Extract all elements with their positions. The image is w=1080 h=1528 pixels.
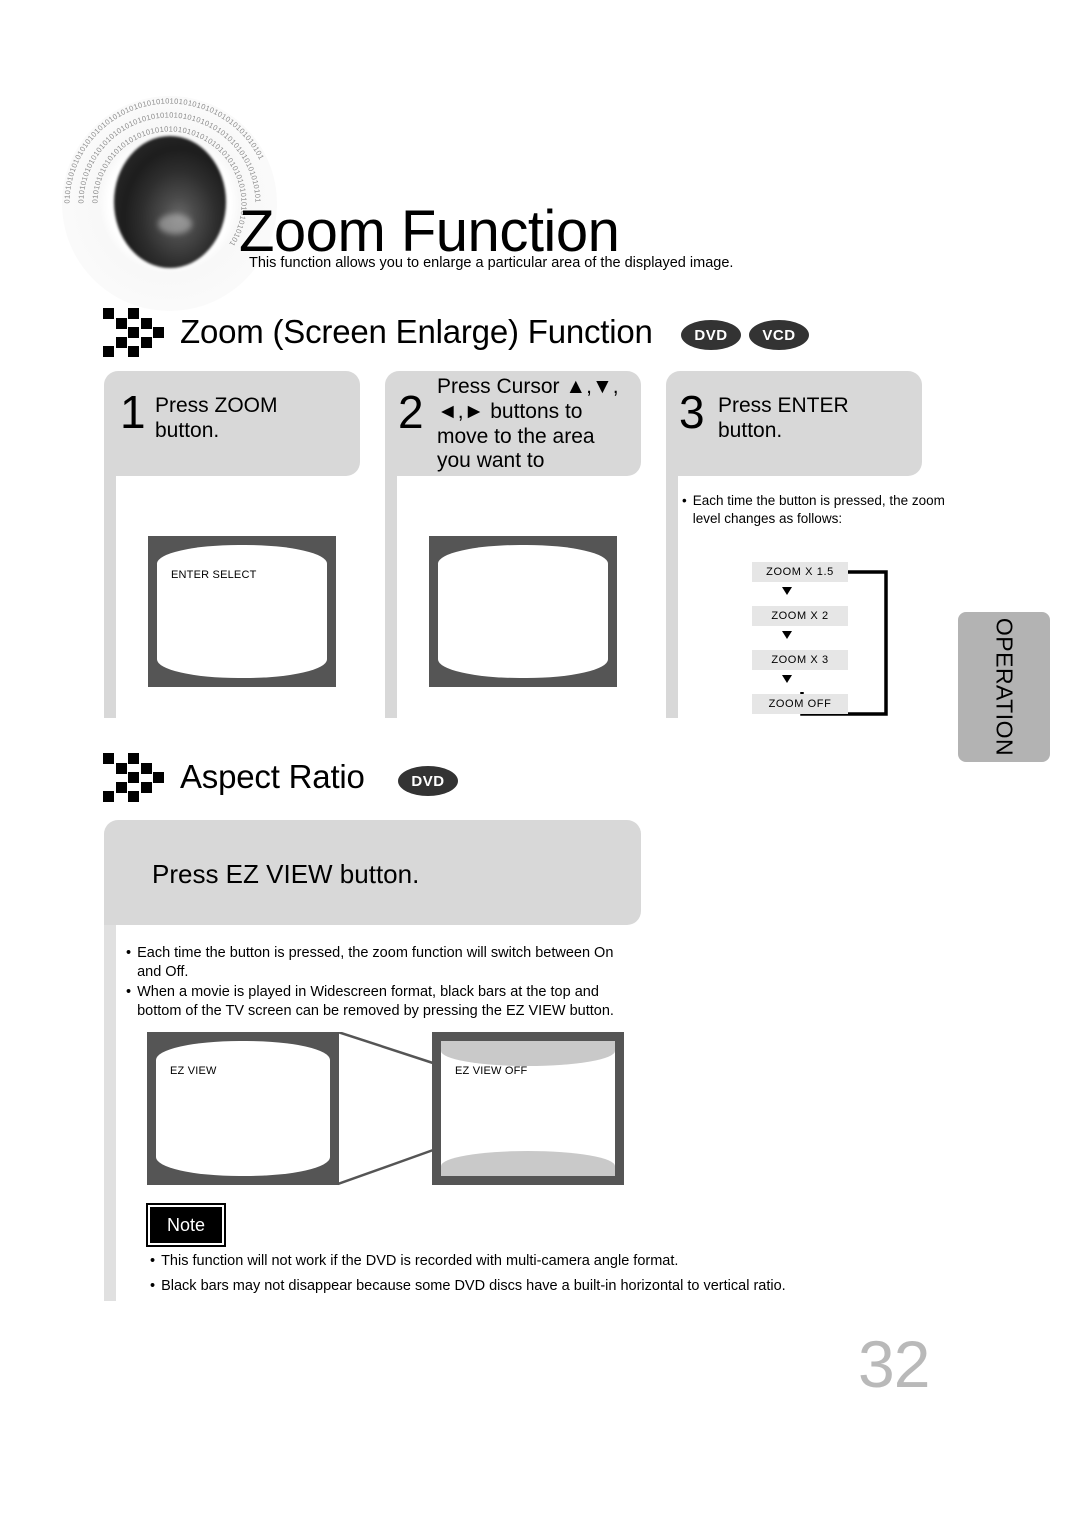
tv-screen-inner [438, 545, 608, 678]
note-bullet-list: • This function will not work if the DVD… [150, 1252, 820, 1297]
tv-label-enter-select: ENTER SELECT [171, 569, 257, 581]
section-heading-aspect: Aspect Ratio [180, 758, 365, 795]
letterbox-bar-top [441, 1041, 615, 1066]
letterbox-bar-bottom [441, 1151, 615, 1176]
aspect-bullet-item-1: • Each time the button is pressed, the z… [126, 944, 638, 982]
step-3-text: Press ENTER button. [718, 394, 849, 442]
note-badge: Note [150, 1207, 222, 1243]
operation-side-tab: OPERATION [958, 612, 1050, 762]
lens-glint [158, 214, 192, 234]
tv-screen-inner: EZ VIEW OFF [441, 1041, 615, 1176]
aspect-instruction-text: Press EZ VIEW button. [152, 859, 420, 889]
page-title: Zoom Function [239, 198, 620, 264]
step-1-text: Press ZOOM button. [155, 394, 278, 442]
flag-square [128, 327, 139, 338]
bullet-dot: • [682, 493, 687, 508]
section-heading-zoom: Zoom (Screen Enlarge) Function [180, 313, 653, 350]
step-3-note-text: Each time the button is pressed, the zoo… [692, 493, 945, 526]
tv-screen-step-1: ENTER SELECT [148, 536, 336, 687]
lens-icon [114, 136, 226, 268]
tv-screen-inner: ENTER SELECT [157, 545, 327, 678]
note-badge-label: Note [166, 1214, 206, 1235]
step-1-rail [104, 476, 116, 718]
flag-square [115, 317, 127, 329]
flow-arrow-down-icon-1 [782, 587, 792, 595]
flag-square [140, 762, 152, 774]
flag-square [140, 336, 152, 348]
aspect-bullet-item-2: • When a movie is played in Widescreen f… [126, 983, 638, 1021]
step-3-rail [666, 476, 678, 718]
step-2-text: Press Cursor ▲,▼, ◄,► buttons to move to… [437, 375, 619, 473]
flag-square [103, 346, 114, 357]
badge-dvd-aspect: DVD [398, 766, 458, 796]
bullet-dot: • [150, 1253, 156, 1269]
aspect-bullet-text-2: When a movie is played in Widescreen for… [137, 983, 614, 1019]
step-2-number: 2 [398, 386, 424, 438]
step-1-number: 1 [120, 386, 146, 438]
flag-square [128, 753, 139, 764]
tv-label-ez-view-off: EZ VIEW OFF [455, 1065, 528, 1077]
flow-box-zoom-1-5: ZOOM X 1.5 [752, 562, 848, 582]
note-bullet-item-1: • This function will not work if the DVD… [150, 1252, 820, 1271]
aspect-bullet-text-1: Each time the button is pressed, the zoo… [137, 945, 614, 980]
step-3-note-block: • Each time the button is pressed, the z… [682, 492, 950, 528]
badge-dvd: DVD [681, 320, 741, 350]
flow-box-zoom-2: ZOOM X 2 [752, 606, 848, 626]
zoom-level-flow-diagram: ZOOM X 1.5 ZOOM X 2 ZOOM X 3 ZOOM OFF [744, 552, 944, 732]
note-bullet-text-1: This function will not work if the DVD i… [161, 1253, 679, 1269]
flag-square [103, 753, 114, 764]
page-number: 32 [858, 1327, 930, 1401]
flag-square [115, 336, 127, 348]
checkered-flag-icon [103, 308, 165, 360]
operation-side-tab-label: OPERATION [991, 617, 1018, 757]
step-2-rail [385, 476, 397, 718]
intro-text: This function allows you to enlarge a pa… [249, 255, 734, 271]
flag-square [103, 308, 114, 319]
note-bullet-item-2: • Black bars may not disappear because s… [150, 1277, 820, 1296]
flow-box-zoom-3: ZOOM X 3 [752, 650, 848, 670]
flow-box-zoom-off: ZOOM OFF [752, 694, 848, 714]
checkered-flag-icon-aspect [103, 753, 165, 805]
flag-square [128, 346, 139, 357]
tv-label-ez-view: EZ VIEW [170, 1065, 217, 1077]
flag-square [153, 772, 164, 783]
step-3-number: 3 [679, 386, 705, 438]
note-bullet-text-2: Black bars may not disappear because som… [161, 1277, 786, 1294]
flag-square [140, 781, 152, 793]
bullet-dot: • [126, 945, 132, 961]
flag-square [103, 791, 114, 802]
aspect-rail [104, 925, 116, 1301]
flag-square [128, 308, 139, 319]
flag-square [128, 791, 139, 802]
flag-square [115, 762, 127, 774]
flow-arrow-down-icon-2 [782, 631, 792, 639]
flow-arrow-down-icon-3 [782, 675, 792, 683]
flag-square [115, 781, 127, 793]
tv-screen-step-2 [429, 536, 617, 687]
tv-screen-ez-view-on: EZ VIEW [147, 1032, 339, 1185]
bullet-dot: • [150, 1277, 156, 1294]
bullet-dot: • [126, 983, 132, 1000]
flag-square [153, 327, 164, 338]
badge-vcd: VCD [749, 320, 809, 350]
tv-screen-inner: EZ VIEW [156, 1041, 330, 1176]
tv-screen-ez-view-off: EZ VIEW OFF [432, 1032, 624, 1185]
aspect-bullet-list: • Each time the button is pressed, the z… [126, 944, 638, 1021]
flag-square [128, 772, 139, 783]
flag-square [140, 317, 152, 329]
